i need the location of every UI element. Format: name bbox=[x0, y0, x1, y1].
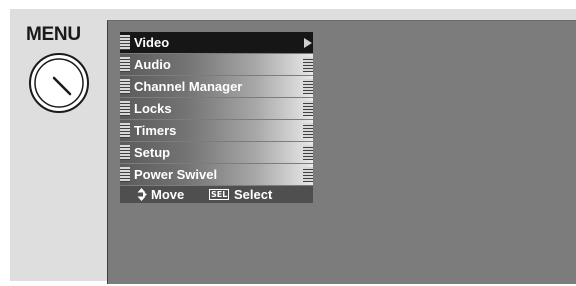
select-hint-label: Select bbox=[234, 187, 273, 202]
menu-item-video[interactable]: Video bbox=[120, 32, 313, 53]
submenu-arrow-icon bbox=[304, 38, 312, 48]
menu-item-channel-manager[interactable]: Channel Manager bbox=[120, 76, 313, 97]
osd-main-menu: Video Audio Channel Manager Locks Timers… bbox=[120, 32, 313, 203]
item-tab-icon bbox=[303, 79, 313, 94]
dial-icon[interactable] bbox=[28, 52, 90, 114]
item-tab-icon bbox=[303, 145, 313, 160]
item-tab-icon bbox=[303, 57, 313, 72]
osd-footer-hints: Move SEL Select bbox=[120, 186, 313, 203]
sel-key-icon: SEL bbox=[209, 189, 230, 200]
item-tab-icon bbox=[303, 101, 313, 116]
item-tab-icon bbox=[120, 145, 130, 160]
menu-button-label: MENU bbox=[26, 24, 81, 45]
item-tab-icon bbox=[120, 123, 130, 138]
menu-item-setup[interactable]: Setup bbox=[120, 142, 313, 163]
menu-item-power-swivel[interactable]: Power Swivel bbox=[120, 164, 313, 185]
menu-item-label: Video bbox=[134, 35, 170, 50]
item-tab-icon bbox=[120, 35, 130, 50]
item-tab-icon bbox=[120, 101, 130, 116]
up-down-arrows-icon bbox=[137, 188, 147, 201]
menu-item-label: Setup bbox=[134, 145, 171, 160]
item-tab-icon bbox=[120, 167, 130, 182]
item-tab-icon bbox=[120, 57, 130, 72]
item-tab-icon bbox=[303, 123, 313, 138]
menu-item-label: Timers bbox=[134, 123, 177, 138]
menu-item-timers[interactable]: Timers bbox=[120, 120, 313, 141]
menu-item-label: Channel Manager bbox=[134, 79, 243, 94]
menu-item-audio[interactable]: Audio bbox=[120, 54, 313, 75]
item-tab-icon bbox=[303, 167, 313, 182]
item-tab-icon bbox=[120, 79, 130, 94]
menu-item-locks[interactable]: Locks bbox=[120, 98, 313, 119]
menu-item-label: Locks bbox=[134, 101, 172, 116]
move-hint-label: Move bbox=[151, 187, 185, 202]
menu-item-label: Power Swivel bbox=[134, 167, 218, 182]
menu-item-label: Audio bbox=[134, 57, 171, 72]
